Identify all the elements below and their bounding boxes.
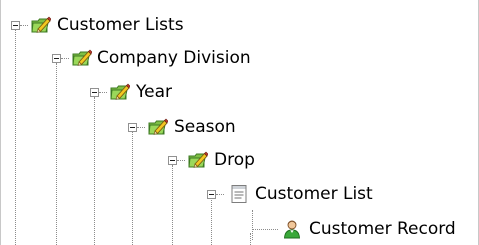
tree-connector-horizontal [99, 92, 107, 93]
tree-connector-horizontal [20, 25, 28, 26]
tree-connector-horizontal [252, 229, 278, 230]
collapse-toggle[interactable] [168, 156, 177, 165]
pencil-folder-icon [31, 15, 51, 35]
person-icon [282, 219, 302, 239]
pencil-folder-icon [72, 48, 92, 68]
tree-connector-vertical [132, 132, 133, 245]
collapse-toggle[interactable] [11, 21, 20, 30]
tree-node-company-division[interactable]: Company Division [97, 48, 251, 68]
tree-connector-vertical [94, 97, 95, 245]
tree-connector-vertical [252, 210, 253, 240]
tree-connector-horizontal [216, 194, 224, 195]
customer-list-tree: Customer Lists Company Division Year Sea… [0, 0, 479, 245]
collapse-toggle[interactable] [128, 123, 137, 132]
pencil-folder-icon [148, 117, 168, 137]
tree-node-season[interactable]: Season [174, 117, 236, 137]
tree-node-drop[interactable]: Drop [214, 150, 255, 170]
tree-connector-vertical [250, 233, 251, 245]
collapse-toggle[interactable] [90, 88, 99, 97]
tree-node-customer-record[interactable]: Customer Record [309, 219, 456, 239]
collapse-toggle[interactable] [207, 190, 216, 199]
collapse-toggle[interactable] [52, 54, 61, 63]
tree-frame-left-border [0, 0, 1, 245]
document-list-icon [229, 184, 249, 204]
tree-node-customer-list[interactable]: Customer List [255, 184, 373, 204]
pencil-folder-icon [110, 82, 130, 102]
tree-connector-vertical [172, 165, 173, 245]
tree-connector-horizontal [137, 127, 145, 128]
tree-connector-vertical [211, 200, 212, 245]
tree-connector-vertical [15, 30, 16, 245]
tree-connector-horizontal [177, 160, 185, 161]
tree-connector-vertical [56, 63, 57, 245]
tree-node-year[interactable]: Year [136, 82, 172, 102]
tree-node-customer-lists[interactable]: Customer Lists [57, 15, 184, 35]
pencil-folder-icon [188, 150, 208, 170]
tree-connector-horizontal [61, 58, 69, 59]
